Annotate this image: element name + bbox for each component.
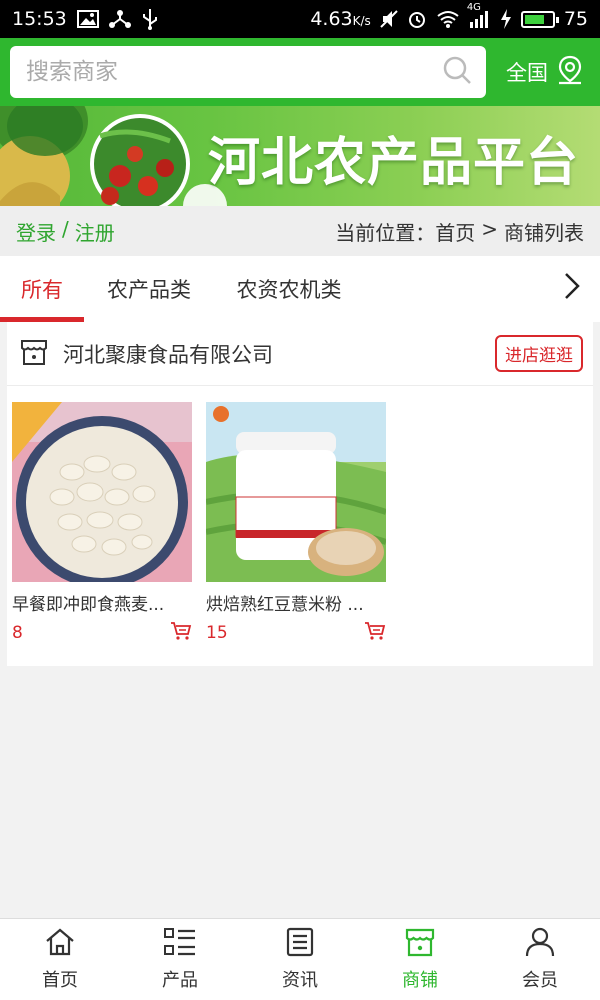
wifi-icon — [436, 10, 460, 28]
nav-stores[interactable]: 商铺 — [360, 919, 480, 1000]
store-header: 河北聚康食品有限公司 进店逛逛 — [7, 322, 593, 386]
category-tabs: 所有 农产品类 农资农机类 — [0, 256, 600, 322]
nav-member[interactable]: 会员 — [480, 919, 600, 1000]
visit-store-button[interactable]: 进店逛逛 — [495, 335, 583, 372]
battery-icon — [520, 10, 559, 28]
breadcrumb-home[interactable]: 首页 — [435, 217, 475, 246]
status-bar: 15:53 4.63K/s 4G 75 — [0, 0, 600, 38]
list-icon — [163, 927, 197, 962]
charging-icon — [500, 9, 512, 29]
store-icon — [404, 927, 436, 962]
search-input[interactable] — [26, 59, 442, 85]
nav-home[interactable]: 首页 — [0, 919, 120, 1000]
tabs-next-button[interactable] — [556, 270, 588, 306]
product-name[interactable]: 烘焙熟红豆薏米粉 ... — [206, 590, 386, 615]
tab-all[interactable]: 所有 — [0, 256, 84, 322]
product-image[interactable] — [12, 402, 192, 582]
nav-label: 产品 — [162, 970, 198, 991]
cart-icon[interactable] — [364, 621, 386, 645]
search-icon[interactable] — [442, 55, 472, 89]
user-icon — [525, 927, 555, 962]
location-bar: 登录 / 注册 当前位置： 首页 > 商铺列表 — [0, 206, 600, 256]
region-selector[interactable]: 全国 — [506, 55, 584, 90]
location-pin-icon — [556, 55, 584, 90]
product-card[interactable]: 早餐即冲即食燕麦... 8 — [12, 402, 192, 645]
app-header: 全国 — [0, 38, 600, 106]
search-bar[interactable] — [10, 46, 486, 98]
nav-label: 会员 — [522, 970, 558, 991]
nav-label: 商铺 — [402, 970, 438, 991]
tab-agricultural-products[interactable]: 农产品类 — [84, 256, 214, 322]
auth-links: 登录 / 注册 — [16, 217, 115, 246]
login-link[interactable]: 登录 — [16, 217, 56, 246]
banner[interactable]: 河北农产品平台 — [0, 106, 600, 206]
nav-products[interactable]: 产品 — [120, 919, 240, 1000]
product-name[interactable]: 早餐即冲即食燕麦... — [12, 590, 192, 615]
cart-icon[interactable] — [170, 621, 192, 645]
bottom-nav: 首页 产品 资讯 商铺 会员 — [0, 918, 600, 1000]
store-name[interactable]: 河北聚康食品有限公司 — [63, 339, 273, 369]
nav-label: 资讯 — [282, 970, 318, 991]
breadcrumb: 当前位置： 首页 > 商铺列表 — [335, 217, 584, 246]
tab-label: 所有 — [21, 278, 63, 302]
nav-news[interactable]: 资讯 — [240, 919, 360, 1000]
product-price: 15 — [206, 623, 228, 643]
image-icon — [76, 10, 99, 28]
breadcrumb-arrow: > — [481, 216, 498, 241]
auth-separator: / — [62, 216, 69, 241]
banner-title: 河北农产品平台 — [208, 133, 580, 193]
breadcrumb-current: 商铺列表 — [504, 220, 584, 245]
signal-icon: 4G — [467, 2, 491, 28]
store-icon — [19, 337, 49, 371]
usb-icon — [141, 8, 159, 30]
alarm-icon — [407, 9, 427, 29]
region-label: 全国 — [506, 61, 548, 85]
product-card[interactable]: 烘焙熟红豆薏米粉 ... 15 — [206, 402, 386, 645]
share-icon — [108, 9, 131, 29]
home-icon — [44, 927, 76, 962]
battery-level: 75 — [563, 8, 588, 30]
register-link[interactable]: 注册 — [75, 217, 115, 246]
mute-icon — [380, 9, 398, 29]
nav-label: 首页 — [42, 970, 78, 991]
product-list: 早餐即冲即食燕麦... 8 烘焙熟红豆薏米粉 ... 15 — [12, 402, 386, 645]
tab-label: 农资农机类 — [236, 278, 342, 302]
status-time: 15:53 — [12, 8, 67, 30]
store-card: 河北聚康食品有限公司 进店逛逛 早餐即冲即食燕麦... 8 烘焙熟红豆薏米粉 .… — [7, 322, 593, 666]
product-image[interactable] — [206, 402, 386, 582]
tab-label: 农产品类 — [107, 278, 191, 302]
breadcrumb-prefix: 当前位置： — [335, 220, 436, 245]
news-icon — [285, 927, 315, 962]
network-speed: 4.63K/s — [310, 8, 371, 30]
network-type: 4G — [466, 2, 481, 13]
product-price: 8 — [12, 623, 23, 643]
chevron-right-icon — [562, 271, 582, 306]
tab-farm-supplies[interactable]: 农资农机类 — [214, 256, 364, 322]
